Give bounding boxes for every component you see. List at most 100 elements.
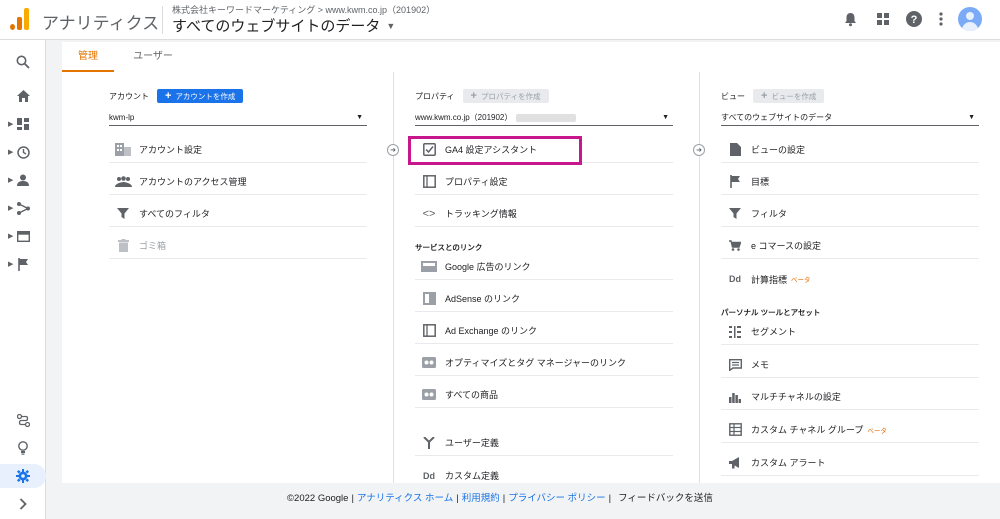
section-heading: サービスとのリンク bbox=[415, 243, 483, 252]
fork-icon bbox=[419, 435, 439, 451]
ecommerce-settings-link[interactable]: e コマースの設定 bbox=[721, 233, 979, 259]
people-icon bbox=[113, 174, 133, 190]
create-view-button[interactable]: + ビューを作成 bbox=[753, 89, 825, 103]
account-avatar[interactable] bbox=[958, 7, 982, 31]
bell-icon[interactable] bbox=[841, 10, 859, 28]
realtime-icon[interactable]: ▶ bbox=[0, 140, 46, 164]
attribution-icon[interactable] bbox=[0, 408, 46, 432]
property-select[interactable]: www.kwm.co.jp（201902） ▼ bbox=[415, 110, 673, 126]
create-account-button[interactable]: + アカウントを作成 bbox=[157, 89, 244, 103]
admin-icon[interactable] bbox=[0, 464, 46, 488]
admin-tabs: 管理 ユーザー bbox=[62, 42, 1000, 72]
account-settings-link[interactable]: アカウント設定 bbox=[109, 137, 367, 163]
footer-link-privacy[interactable]: プライバシー ポリシー bbox=[508, 493, 605, 504]
column-arrow-icon: ➜ bbox=[693, 144, 705, 156]
dd-icon: Dd bbox=[423, 470, 435, 481]
tab-user[interactable]: ユーザー bbox=[122, 42, 184, 72]
account-access-link[interactable]: アカウントのアクセス管理 bbox=[109, 169, 367, 195]
beta-badge: ベータ bbox=[791, 277, 811, 284]
column-divider bbox=[699, 72, 700, 483]
feedback-link[interactable]: フィードバックを送信 bbox=[618, 493, 713, 504]
footer-link-terms[interactable]: 利用規約 bbox=[462, 493, 500, 504]
footer: ©2022 Google | アナリティクス ホーム | 利用規約 | プライバシー ポリシ… bbox=[287, 493, 713, 504]
view-heading: ビュー bbox=[721, 91, 745, 101]
dropdown-caret-icon: ▼ bbox=[386, 21, 396, 31]
flag-icon bbox=[725, 174, 745, 190]
adsense-icon bbox=[419, 291, 439, 307]
tracking-info-link[interactable]: <> トラッキング情報 bbox=[415, 201, 673, 227]
custom-definitions-link[interactable]: ユーザー定義 bbox=[415, 430, 673, 456]
segments-link[interactable]: セグメント bbox=[721, 319, 979, 345]
optimize-tagmanager-link[interactable]: オプティマイズとタグ マネージャーのリンク bbox=[415, 350, 673, 376]
cart-icon bbox=[725, 238, 745, 254]
help-icon[interactable]: ? bbox=[905, 10, 923, 28]
view-header: ビュー + ビューを作成 bbox=[721, 89, 825, 103]
home-icon[interactable] bbox=[0, 84, 46, 108]
admin-panel: アカウント + アカウントを作成 kwm-lp ▼ アカウント設定 アカウントのアク… bbox=[62, 72, 1000, 483]
search-icon[interactable] bbox=[0, 50, 46, 74]
property-header: プロパティ + プロパティを作成 bbox=[415, 89, 549, 103]
top-bar: アナリティクス 株式会社キーワードマーケティング > www.kwm.co.jp… bbox=[0, 0, 1000, 40]
column-arrow-icon: ➜ bbox=[387, 144, 399, 156]
bar-chart-icon bbox=[725, 389, 745, 405]
adsense-link[interactable]: AdSense のリンク bbox=[415, 286, 673, 312]
trash-icon bbox=[113, 238, 133, 254]
filters-link[interactable]: フィルタ bbox=[721, 201, 979, 227]
view-settings-link[interactable]: ビューの設定 bbox=[721, 137, 979, 163]
tab-admin[interactable]: 管理 bbox=[62, 42, 114, 72]
trash-link[interactable]: ゴミ箱 bbox=[109, 233, 367, 259]
google-ads-link[interactable]: Google 広告のリンク bbox=[415, 254, 673, 280]
conversions-icon[interactable]: ▶ bbox=[0, 252, 46, 276]
view-selector[interactable]: すべてのウェブサイトのデータ ▼ bbox=[172, 15, 395, 36]
view-column: ビュー + ビューを作成 すべてのウェブサイトのデータ ▼ ビューの設定 目標 フィ… bbox=[721, 72, 979, 483]
account-select[interactable]: kwm-lp ▼ bbox=[109, 110, 367, 126]
segment-icon bbox=[725, 324, 745, 340]
create-property-button[interactable]: + プロパティを作成 bbox=[462, 89, 549, 103]
acquisition-icon[interactable]: ▶ bbox=[0, 196, 46, 220]
multichannel-settings-link[interactable]: マルチチャネルの設定 bbox=[721, 384, 979, 410]
view-select[interactable]: すべてのウェブサイトのデータ ▼ bbox=[721, 110, 979, 126]
goals-link[interactable]: 目標 bbox=[721, 169, 979, 195]
divider bbox=[162, 6, 163, 34]
link-product-icon bbox=[419, 355, 439, 371]
all-filters-link[interactable]: すべてのフィルタ bbox=[109, 201, 367, 227]
copyright: ©2022 Google bbox=[287, 493, 349, 504]
app-name: アナリティクス bbox=[42, 14, 160, 33]
behavior-icon[interactable]: ▶ bbox=[0, 224, 46, 248]
left-navigation: ▶ ▶ ▶ ▶ ▶ ▶ bbox=[0, 40, 46, 519]
custom-alerts-link[interactable]: カスタム アラート bbox=[721, 450, 979, 476]
discover-icon[interactable] bbox=[0, 436, 46, 460]
google-ads-icon bbox=[419, 259, 439, 275]
filter-icon bbox=[113, 206, 133, 222]
annotations-link[interactable]: メモ bbox=[721, 352, 979, 378]
more-vert-icon[interactable] bbox=[932, 10, 950, 28]
account-header: アカウント + アカウントを作成 bbox=[109, 89, 244, 103]
all-products-link[interactable]: すべての商品 bbox=[415, 382, 673, 408]
custom-channel-groups-link[interactable]: カスタム チャネル グループ ベータ bbox=[721, 417, 979, 443]
property-heading: プロパティ bbox=[415, 91, 455, 101]
customization-icon[interactable]: ▶ bbox=[0, 112, 46, 136]
ad-exchange-link[interactable]: Ad Exchange のリンク bbox=[415, 318, 673, 344]
analytics-logo-icon[interactable] bbox=[10, 8, 30, 30]
svg-text:?: ? bbox=[911, 14, 918, 26]
calculated-metrics-link[interactable]: Dd 計算指標 ベータ bbox=[721, 266, 979, 292]
filter-icon bbox=[725, 206, 745, 222]
comment-icon bbox=[725, 357, 745, 373]
section-heading: パーソナル ツールとアセット bbox=[721, 308, 821, 317]
building-icon bbox=[113, 142, 133, 158]
custom-definition-link[interactable]: Dd カスタム定義 bbox=[415, 463, 673, 483]
apps-icon[interactable] bbox=[874, 10, 892, 28]
footer-link-analytics-home[interactable]: アナリティクス ホーム bbox=[357, 493, 453, 504]
channel-group-icon bbox=[725, 422, 745, 438]
property-settings-link[interactable]: プロパティ設定 bbox=[415, 169, 673, 195]
property-settings-icon bbox=[419, 174, 439, 190]
beta-badge: ベータ bbox=[867, 427, 887, 435]
audience-icon[interactable]: ▶ bbox=[0, 168, 46, 192]
property-column: プロパティ + プロパティを作成 www.kwm.co.jp（201902） ▼ G… bbox=[408, 72, 673, 483]
megaphone-icon bbox=[725, 455, 745, 471]
code-icon: <> bbox=[422, 207, 436, 220]
account-column: アカウント + アカウントを作成 kwm-lp ▼ アカウント設定 アカウントのアク… bbox=[109, 72, 367, 483]
document-icon bbox=[725, 142, 745, 158]
column-divider bbox=[393, 72, 394, 483]
redacted-text bbox=[516, 113, 577, 122]
